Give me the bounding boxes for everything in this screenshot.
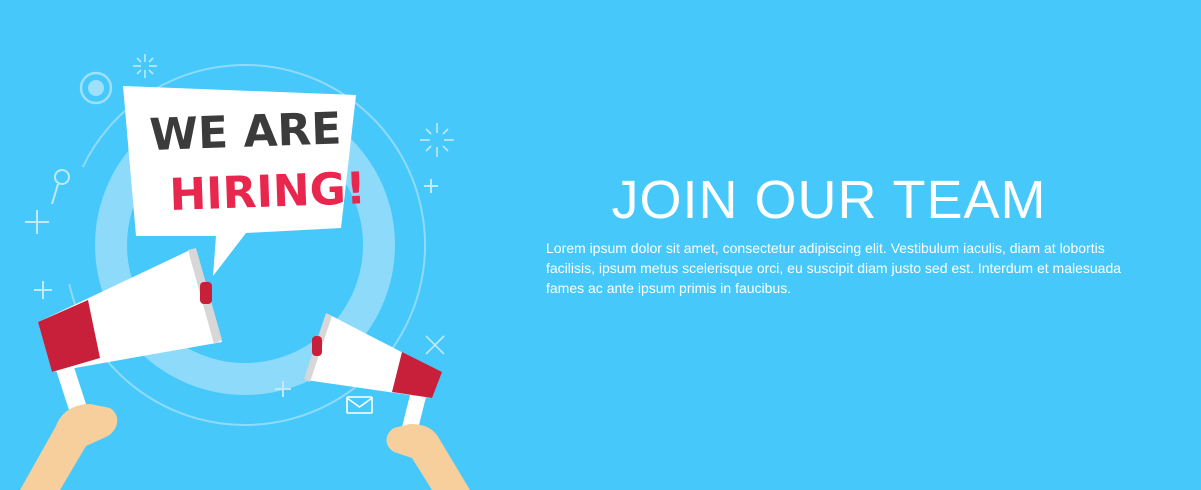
sparkle-icon: [420, 123, 454, 157]
hiring-banner: WE ARE HIRING! JOIN OUR TEAM Lorem ipsum…: [0, 0, 1201, 490]
hand-icon: [20, 404, 118, 490]
bubble-line-we-are: WE ARE: [149, 103, 343, 161]
body-copy: Lorem ipsum dolor sit amet, consectetur …: [546, 240, 1122, 296]
hand-icon: [386, 424, 470, 490]
join-section: JOIN OUR TEAM Lorem ipsum dolor sit amet…: [546, 168, 1146, 298]
headline: JOIN OUR TEAM: [611, 170, 1047, 230]
pin-icon: [51, 169, 70, 205]
mail-icon: [346, 396, 373, 414]
plus-icon: [34, 281, 52, 299]
plus-icon: [25, 210, 49, 234]
plus-icon: [424, 179, 438, 193]
sparkle-icon: [133, 54, 157, 78]
target-icon: [79, 71, 113, 105]
megaphone-icon: [304, 313, 442, 433]
hiring-illustration: WE ARE HIRING!: [20, 54, 470, 490]
sparkle-icon: [425, 335, 445, 355]
bubble-line-hiring: HIRING!: [169, 163, 367, 221]
